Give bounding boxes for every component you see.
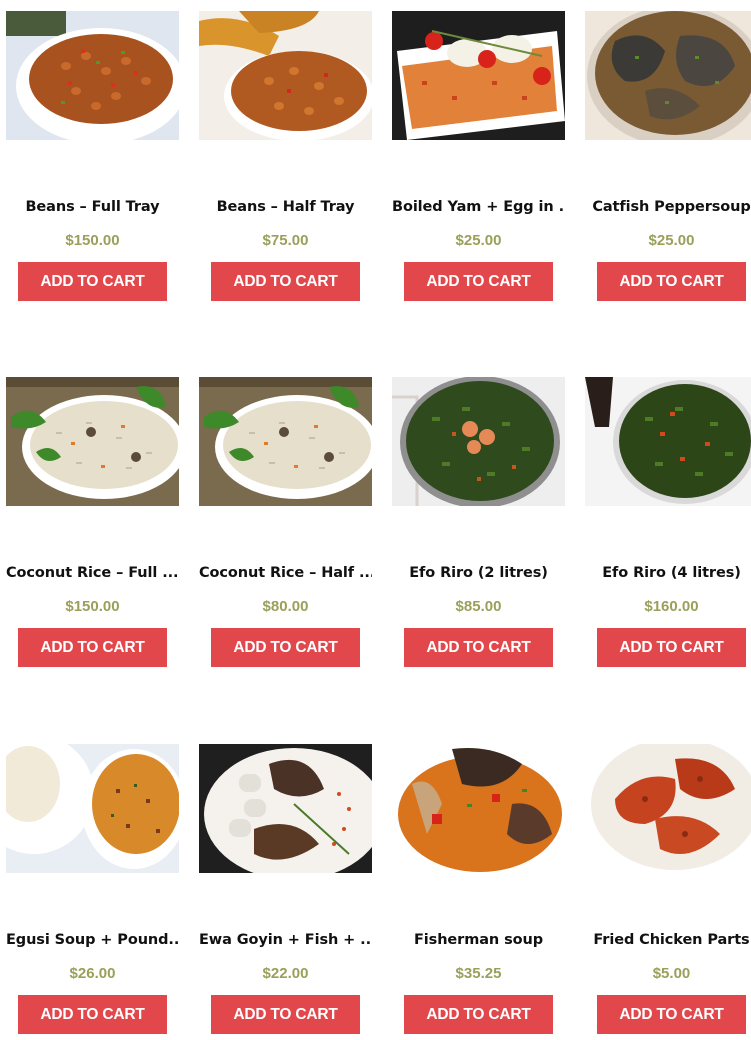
product-title[interactable]: Efo Riro (2 litres) — [392, 565, 565, 581]
product-grid: Beans – Full Tray $150.00 ADD TO CART Be… — [0, 0, 751, 1040]
product-card: Ewa Goyin + Fish + ... $22.00 ADD TO CAR… — [199, 744, 372, 1040]
product-price: $85.00 — [455, 598, 502, 615]
product-title[interactable]: Beans – Full Tray — [6, 199, 179, 215]
product-card: Beans – Half Tray $75.00 ADD TO CART — [199, 11, 372, 311]
product-title[interactable]: Coconut Rice – Half ... — [199, 565, 372, 581]
add-to-cart-button[interactable]: ADD TO CART — [597, 628, 746, 667]
add-to-cart-button[interactable]: ADD TO CART — [211, 262, 360, 301]
product-card: Egusi Soup + Pound... $26.00 ADD TO CART — [6, 744, 179, 1040]
add-to-cart-button[interactable]: ADD TO CART — [597, 995, 746, 1034]
product-image-coconut-rice-half[interactable] — [199, 377, 372, 506]
product-card: Catfish Peppersoup $25.00 ADD TO CART — [585, 11, 751, 311]
product-title[interactable]: Boiled Yam + Egg in ... — [392, 199, 565, 215]
product-price: $25.00 — [648, 232, 695, 249]
product-card: Fisherman soup $35.25 ADD TO CART — [392, 744, 565, 1040]
add-to-cart-button[interactable]: ADD TO CART — [211, 628, 360, 667]
product-image-ewa-goyin[interactable] — [199, 744, 372, 873]
product-card: Beans – Full Tray $150.00 ADD TO CART — [6, 11, 179, 311]
product-title[interactable]: Coconut Rice – Full ... — [6, 565, 179, 581]
product-card: Coconut Rice – Full ... $150.00 ADD TO C… — [6, 377, 179, 677]
product-card: Fried Chicken Parts $5.00 ADD TO CART — [585, 744, 751, 1040]
product-card: Coconut Rice – Half ... $80.00 ADD TO CA… — [199, 377, 372, 677]
product-price: $150.00 — [65, 232, 120, 249]
product-title[interactable]: Fisherman soup — [392, 932, 565, 948]
product-image-catfish-peppersoup[interactable] — [585, 11, 751, 140]
add-to-cart-button[interactable]: ADD TO CART — [404, 995, 553, 1034]
product-price: $160.00 — [644, 598, 699, 615]
product-price: $25.00 — [455, 232, 502, 249]
add-to-cart-button[interactable]: ADD TO CART — [18, 995, 167, 1034]
product-title[interactable]: Beans – Half Tray — [199, 199, 372, 215]
product-title[interactable]: Catfish Peppersoup — [585, 199, 751, 215]
product-card: Boiled Yam + Egg in ... $25.00 ADD TO CA… — [392, 11, 565, 311]
add-to-cart-button[interactable]: ADD TO CART — [211, 995, 360, 1034]
product-card: Efo Riro (2 litres) $85.00 ADD TO CART — [392, 377, 565, 677]
product-image-efo-riro-2l[interactable] — [392, 377, 565, 506]
product-image-fisherman-soup[interactable] — [392, 744, 565, 873]
add-to-cart-button[interactable]: ADD TO CART — [18, 262, 167, 301]
product-image-fried-chicken[interactable] — [585, 744, 751, 873]
product-title[interactable]: Ewa Goyin + Fish + ... — [199, 932, 372, 948]
product-price: $150.00 — [65, 598, 120, 615]
product-price: $35.25 — [455, 965, 502, 982]
add-to-cart-button[interactable]: ADD TO CART — [597, 262, 746, 301]
product-price: $5.00 — [652, 965, 691, 982]
product-image-beans-full[interactable] — [6, 11, 179, 140]
product-image-efo-riro-4l[interactable] — [585, 377, 751, 506]
product-title[interactable]: Egusi Soup + Pound... — [6, 932, 179, 948]
product-title[interactable]: Efo Riro (4 litres) — [585, 565, 751, 581]
add-to-cart-button[interactable]: ADD TO CART — [18, 628, 167, 667]
product-image-boiled-yam[interactable] — [392, 11, 565, 140]
product-price: $80.00 — [262, 598, 309, 615]
add-to-cart-button[interactable]: ADD TO CART — [404, 628, 553, 667]
add-to-cart-button[interactable]: ADD TO CART — [404, 262, 553, 301]
product-image-beans-half[interactable] — [199, 11, 372, 140]
product-price: $75.00 — [262, 232, 309, 249]
product-price: $26.00 — [69, 965, 116, 982]
product-image-coconut-rice-full[interactable] — [6, 377, 179, 506]
product-card: Efo Riro (4 litres) $160.00 ADD TO CART — [585, 377, 751, 677]
product-title[interactable]: Fried Chicken Parts — [585, 932, 751, 948]
product-image-egusi-soup[interactable] — [6, 744, 179, 873]
product-price: $22.00 — [262, 965, 309, 982]
